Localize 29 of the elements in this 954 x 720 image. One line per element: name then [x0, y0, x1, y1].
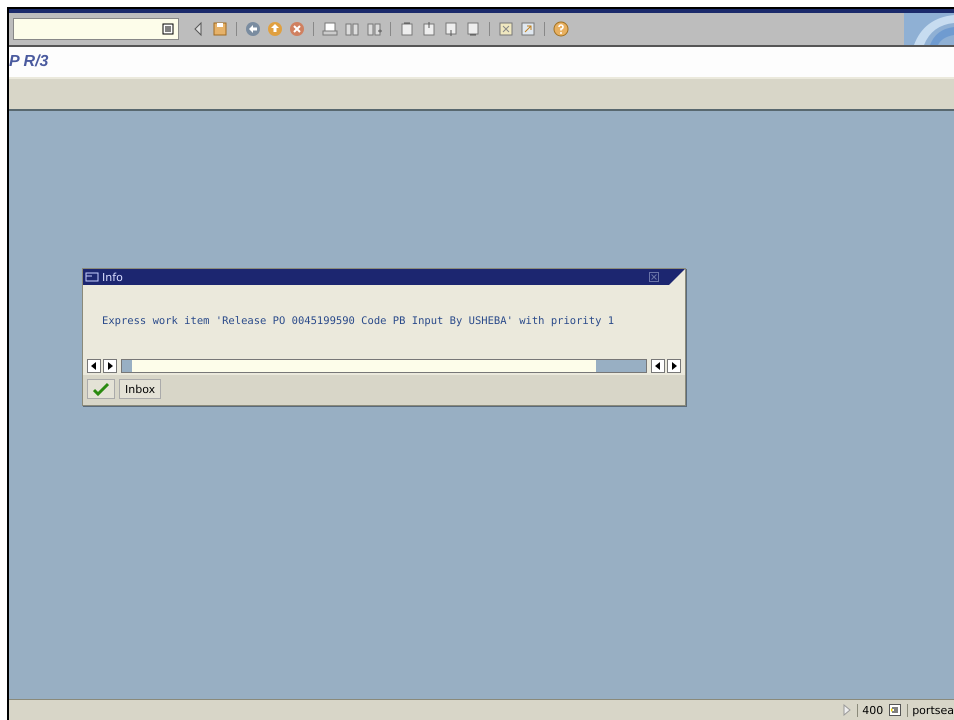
help-icon[interactable] — [552, 20, 570, 38]
server-name: portsea — [907, 704, 954, 716]
print-icon[interactable] — [321, 20, 339, 38]
wave-logo-icon — [904, 13, 954, 45]
back-icon[interactable] — [244, 20, 262, 38]
dialog-title: Info — [102, 270, 123, 284]
message-text: Express work item 'Release PO 0045199590 Code PB Input By USHEBA' with priority 1 — [102, 315, 614, 327]
right-arrow-icon — [107, 362, 113, 370]
left-arrow-icon — [655, 362, 661, 370]
scroll-right-button[interactable] — [667, 359, 681, 373]
list-icon — [162, 23, 174, 35]
scrollbar[interactable] — [121, 359, 647, 373]
left-arrow-icon — [91, 362, 97, 370]
right-arrow-icon — [671, 362, 677, 370]
client-number: 400 — [857, 704, 884, 716]
command-field[interactable] — [13, 18, 179, 40]
window-title: P R/3 — [9, 53, 48, 71]
cancel-icon[interactable] — [288, 20, 306, 38]
up-icon[interactable] — [266, 20, 284, 38]
list-icon[interactable] — [889, 704, 902, 716]
inbox-button[interactable]: Inbox — [119, 379, 162, 399]
scroll-left-button[interactable] — [651, 359, 665, 373]
scroll-left-button[interactable] — [87, 359, 101, 373]
save-icon[interactable] — [211, 20, 229, 38]
scroll-right-button[interactable] — [103, 359, 117, 373]
close-icon[interactable] — [649, 272, 659, 282]
confirm-button[interactable] — [87, 379, 115, 399]
checkmark-icon — [93, 382, 109, 396]
expand-icon[interactable] — [843, 704, 852, 716]
